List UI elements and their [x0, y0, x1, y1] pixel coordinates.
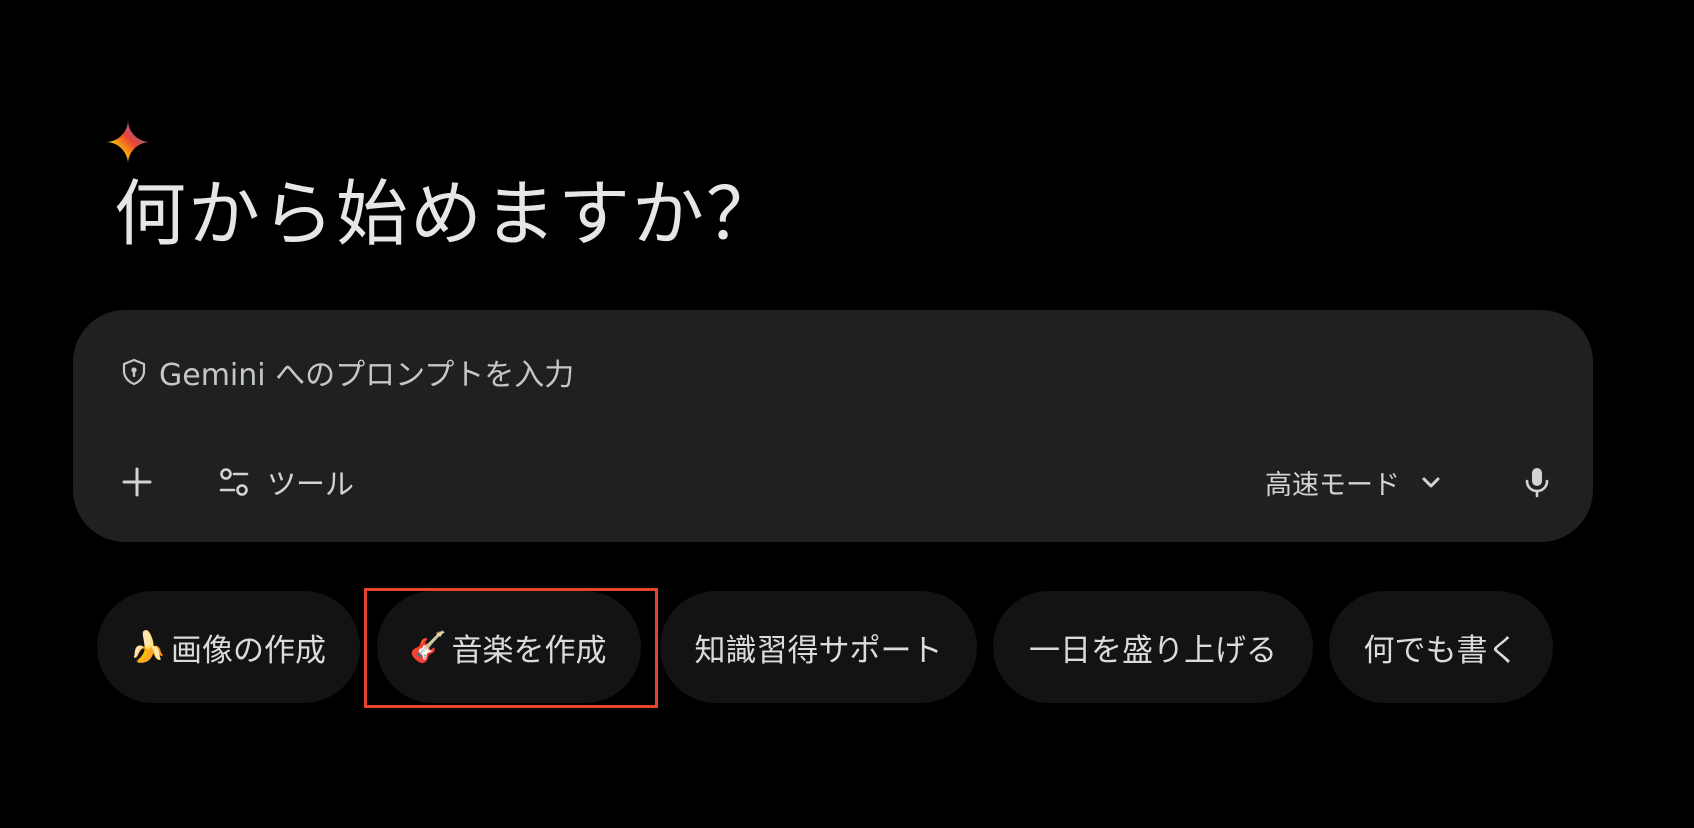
prompt-input[interactable]: Gemini へのプロンプトを入力	[119, 352, 575, 393]
chevron-down-icon	[1422, 477, 1440, 488]
chip-label: 一日を盛り上げる	[1029, 632, 1277, 669]
chip-label: 何でも書く	[1363, 632, 1519, 669]
prompt-input-box[interactable]: Gemini へのプロンプトを入力 ツール 高速モード	[73, 310, 1593, 542]
chip-brighten-day[interactable]: 一日を盛り上げる	[993, 591, 1313, 703]
greeting-title: 何から始めますか？	[114, 172, 781, 256]
microphone-icon	[1525, 468, 1549, 498]
gemini-spark-icon	[106, 120, 150, 164]
chip-learning-support[interactable]: 知識習得サポート	[660, 591, 977, 703]
add-attachment-button[interactable]	[111, 456, 163, 508]
chip-create-image[interactable]: 🍌 画像の作成	[97, 591, 360, 703]
banana-icon: 🍌	[129, 629, 167, 665]
tune-sliders-icon	[219, 468, 249, 496]
chip-create-music[interactable]: 🎸 音楽を作成	[377, 591, 641, 703]
chip-label: 音楽を作成	[451, 632, 607, 669]
mode-selector[interactable]: 高速モード	[1253, 456, 1454, 508]
microphone-button[interactable]	[1511, 456, 1563, 508]
plus-icon	[122, 467, 152, 497]
tools-button[interactable]: ツール	[207, 456, 364, 508]
chip-write-anything[interactable]: 何でも書く	[1329, 591, 1553, 703]
shield-icon	[122, 358, 146, 386]
guitar-icon: 🎸	[409, 629, 448, 665]
prompt-placeholder: Gemini へのプロンプトを入力	[159, 358, 575, 393]
chip-label: 知識習得サポート	[694, 632, 943, 669]
chip-label: 画像の作成	[171, 632, 326, 669]
mode-label: 高速モード	[1265, 469, 1400, 501]
tools-label: ツール	[267, 467, 355, 501]
